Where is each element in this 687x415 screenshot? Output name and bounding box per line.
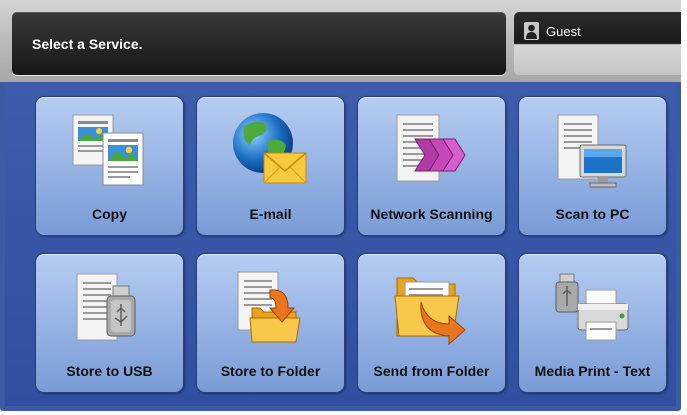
scan-to-pc-label: Scan to PC <box>555 206 630 222</box>
user-icon <box>524 22 539 40</box>
store-to-usb-label: Store to USB <box>66 363 153 379</box>
user-panel[interactable]: Guest <box>514 12 681 75</box>
media-print-text-label: Media Print - Text <box>534 363 651 379</box>
network-scanning-icon <box>396 114 466 182</box>
copy-button[interactable]: Copy <box>35 96 184 236</box>
send-from-folder-label: Send from Folder <box>373 363 490 379</box>
copy-icon <box>72 114 144 186</box>
page-title: Select a Service. <box>32 36 143 52</box>
media-print-text-icon <box>555 273 629 341</box>
store-to-usb-button[interactable]: Store to USB <box>35 253 184 393</box>
network-scanning-button[interactable]: Network Scanning <box>357 96 506 236</box>
top-bar: Select a Service. Guest <box>0 0 681 82</box>
scan-to-pc-icon <box>557 114 627 188</box>
store-to-folder-button[interactable]: Store to Folder <box>196 253 345 393</box>
store-to-usb-icon <box>76 273 136 341</box>
email-label: E-mail <box>249 206 292 222</box>
store-to-folder-icon <box>237 271 301 343</box>
email-button[interactable]: E-mail <box>196 96 345 236</box>
send-from-folder-button[interactable]: Send from Folder <box>357 253 506 393</box>
user-name: Guest <box>546 24 581 39</box>
store-to-folder-label: Store to Folder <box>220 363 321 379</box>
media-print-text-button[interactable]: Media Print - Text <box>518 253 667 393</box>
title-panel: Select a Service. <box>12 12 506 75</box>
scan-to-pc-button[interactable]: Scan to PC <box>518 96 667 236</box>
email-icon <box>233 113 307 184</box>
send-from-folder-icon <box>394 277 466 346</box>
copy-label: Copy <box>92 206 127 222</box>
network-scanning-label: Network Scanning <box>370 206 493 222</box>
